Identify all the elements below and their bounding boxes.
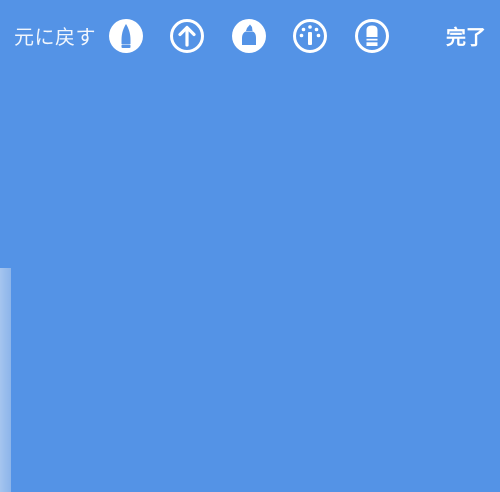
highlighter-tool-button[interactable] [231,18,267,54]
eraser-tool-button[interactable] [354,18,390,54]
marker-tool-button[interactable] [108,18,144,54]
arrow-up-icon [170,19,204,53]
eraser-icon [355,19,389,53]
color-palette-icon [293,19,327,53]
highlighter-icon [232,19,266,53]
done-button[interactable]: 完了 [446,24,486,50]
marker-pen-icon [109,19,143,53]
arrow-tool-button[interactable] [169,18,205,54]
drawing-canvas[interactable] [0,72,500,492]
page-edge [0,268,11,492]
markup-toolbar: 元に戻す 完了 [0,0,500,72]
undo-button[interactable]: 元に戻す [14,24,96,50]
color-palette-button[interactable] [292,18,328,54]
